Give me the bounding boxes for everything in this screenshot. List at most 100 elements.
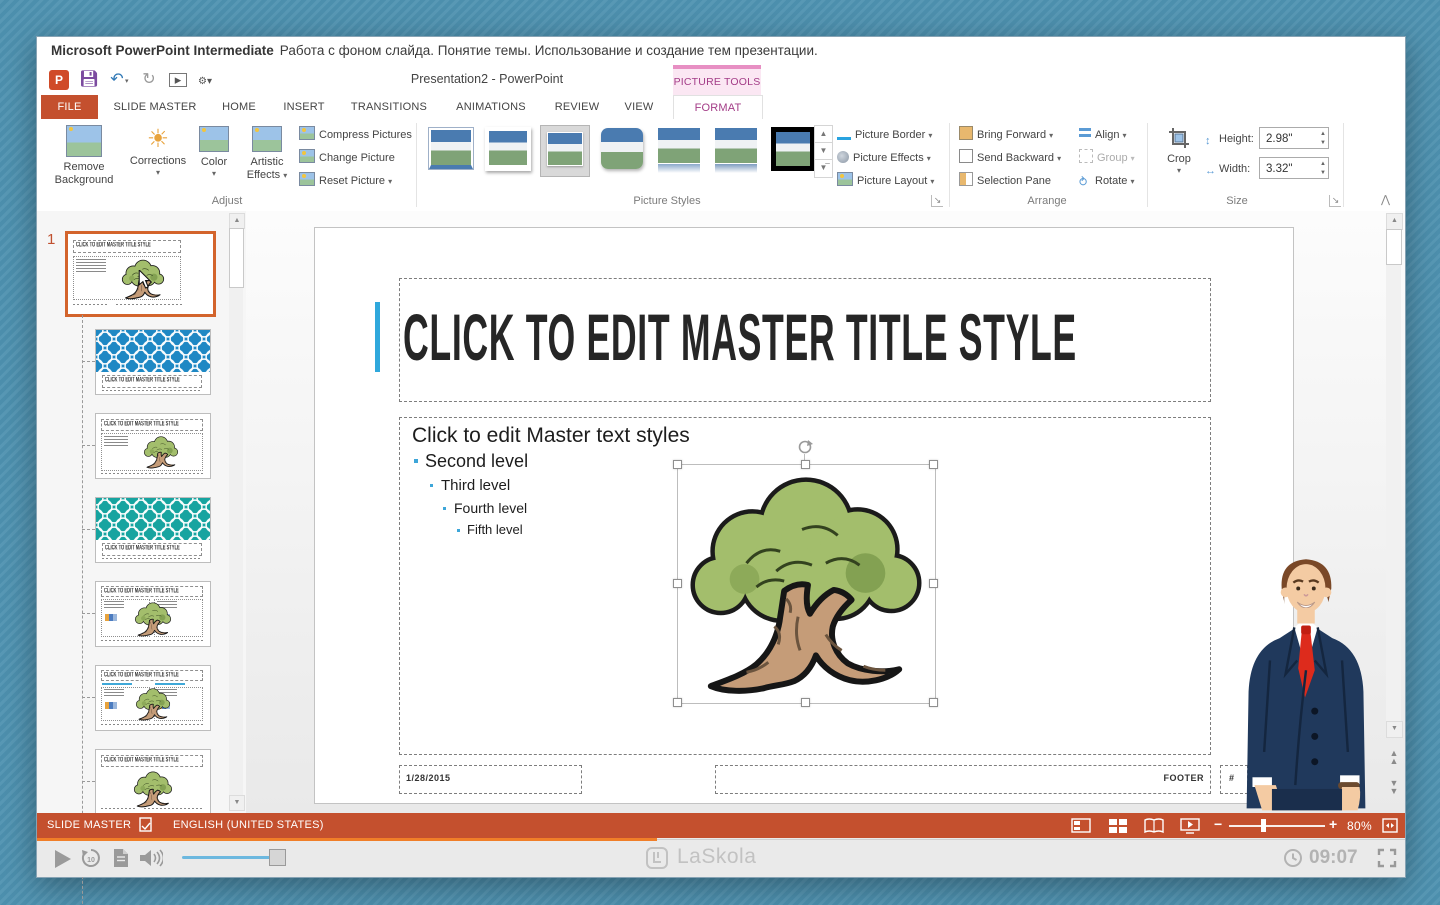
zoom-percentage[interactable]: 80% xyxy=(1347,819,1372,833)
fullscreen-button[interactable] xyxy=(1377,848,1397,868)
body-level2-text[interactable]: Second level xyxy=(425,451,528,472)
width-input[interactable]: 3.32" ▲ ▼ xyxy=(1259,157,1329,179)
picture-effects-button[interactable]: Picture Effects ▾ xyxy=(837,148,931,168)
height-spin-up[interactable]: ▲ xyxy=(1320,130,1326,139)
customize-qat-button[interactable]: ⚙︎▾ xyxy=(195,72,215,92)
thumbnail-scroll-up-button[interactable]: ▲ xyxy=(229,213,245,229)
save-button[interactable]: 💾︎ xyxy=(79,70,99,90)
volume-button[interactable] xyxy=(139,848,163,868)
thumbnail-layout-title-tree[interactable]: CLICK TO EDIT MASTER TITLE STYLE xyxy=(95,749,211,814)
editor-scroll-down-button[interactable]: ▼ xyxy=(1386,721,1403,738)
spellcheck-icon[interactable] xyxy=(139,817,153,833)
height-spin-down[interactable]: ▼ xyxy=(1320,139,1326,148)
align-button[interactable]: Align ▾ xyxy=(1079,125,1127,145)
color-button[interactable]: Color ▾ xyxy=(191,123,237,178)
status-language-label[interactable]: ENGLISH (UNITED STATES) xyxy=(173,819,324,831)
send-backward-button[interactable]: Send Backward ▾ xyxy=(959,148,1061,168)
editor-scrollbar-thumb[interactable] xyxy=(1386,229,1402,265)
volume-slider-track[interactable] xyxy=(182,856,278,859)
master-title-text[interactable]: CLICK TO EDIT MASTER TITLE STYLE xyxy=(403,290,1209,386)
fit-slide-to-window-button[interactable] xyxy=(1381,817,1399,834)
bring-forward-button[interactable]: Bring Forward ▾ xyxy=(959,125,1053,145)
picture-style-4[interactable] xyxy=(597,125,647,177)
tab-home[interactable]: HOME xyxy=(215,95,263,119)
thumbnail-layout-comparison[interactable]: CLICK TO EDIT MASTER TITLE STYLE xyxy=(95,665,211,731)
tab-animations[interactable]: ANIMATIONS xyxy=(447,95,535,119)
body-level1-text[interactable]: Click to edit Master text styles xyxy=(412,424,690,448)
rotate-button[interactable]: ⥁Rotate ▾ xyxy=(1079,171,1135,191)
thumbnail-layout-tree[interactable]: CLICK TO EDIT MASTER TITLE STYLE xyxy=(95,413,211,479)
resize-handle-w[interactable] xyxy=(673,579,682,588)
normal-view-button[interactable] xyxy=(1069,817,1093,834)
thumbnail-master[interactable]: CLICK TO EDIT MASTER TITLE STYLE xyxy=(65,231,216,317)
start-presentation-button[interactable]: ▸ xyxy=(169,73,187,87)
thumbnail-scroll-down-button[interactable]: ▼ xyxy=(229,795,245,811)
picture-style-2[interactable] xyxy=(483,125,533,177)
date-placeholder[interactable]: 1/28/2015 xyxy=(399,765,582,794)
tab-review[interactable]: REVIEW xyxy=(549,95,605,119)
corrections-button[interactable]: ☀ Corrections ▾ xyxy=(127,123,189,177)
status-view-label[interactable]: SLIDE MASTER xyxy=(47,819,131,831)
editor-scrollbar[interactable] xyxy=(1386,213,1401,737)
tab-insert[interactable]: INSERT xyxy=(277,95,331,119)
tab-slide-master[interactable]: SLIDE MASTER xyxy=(105,95,205,119)
zoom-slider-thumb[interactable] xyxy=(1261,819,1266,832)
thumbnail-layout-two-content[interactable]: CLICK TO EDIT MASTER TITLE STYLE xyxy=(95,581,211,647)
undo-dropdown-icon[interactable]: ▾ xyxy=(125,77,129,85)
picture-style-1[interactable] xyxy=(426,125,476,177)
picture-styles-dialog-launcher[interactable]: ↘ xyxy=(931,195,943,207)
picture-border-button[interactable]: Picture Border ▾ xyxy=(837,125,932,145)
footer-placeholder[interactable]: FOOTER xyxy=(715,765,1211,794)
picture-style-5[interactable] xyxy=(654,125,704,177)
slide-canvas[interactable]: CLICK TO EDIT MASTER TITLE STYLE Click t… xyxy=(314,227,1294,804)
thumbnail-layout-teal-pattern[interactable]: CLICK TO EDIT MASTER TITLE STYLE xyxy=(95,497,211,563)
tab-format[interactable]: FORMAT xyxy=(673,95,763,121)
thumbnail-layout-blue-pattern[interactable]: CLICK TO EDIT MASTER TITLE STYLE xyxy=(95,329,211,395)
height-input[interactable]: 2.98" ▲ ▼ xyxy=(1259,127,1329,149)
zoom-slider-track[interactable] xyxy=(1229,825,1325,827)
picture-style-3[interactable] xyxy=(540,125,590,177)
thumbnail-scrollbar-thumb[interactable] xyxy=(229,228,244,288)
slideshow-view-button[interactable] xyxy=(1178,817,1202,834)
resize-handle-n[interactable] xyxy=(801,460,810,469)
thumbnail-scrollbar[interactable] xyxy=(229,213,243,811)
zoom-in-button[interactable]: + xyxy=(1329,816,1337,832)
undo-button[interactable]: ↶ xyxy=(107,70,127,90)
previous-slide-button[interactable]: ▲▲ xyxy=(1387,749,1401,765)
redo-button[interactable]: ↻ xyxy=(139,70,159,90)
video-progress-track[interactable] xyxy=(657,839,1405,840)
tab-transitions[interactable]: TRANSITIONS xyxy=(343,95,435,119)
tab-file[interactable]: FILE xyxy=(41,95,98,119)
play-button[interactable] xyxy=(55,850,71,868)
tree-picture[interactable] xyxy=(683,468,929,698)
reset-picture-button[interactable]: Reset Picture ▾ xyxy=(299,171,392,191)
width-spin-down[interactable]: ▼ xyxy=(1320,169,1326,178)
remove-background-button[interactable]: Remove Background xyxy=(47,123,121,187)
volume-slider-handle[interactable] xyxy=(269,849,286,866)
resize-handle-ne[interactable] xyxy=(929,460,938,469)
reading-view-button[interactable] xyxy=(1142,817,1166,834)
picture-style-7[interactable] xyxy=(768,125,818,177)
change-picture-button[interactable]: Change Picture xyxy=(299,148,395,168)
body-level5-text[interactable]: Fifth level xyxy=(467,522,523,537)
rewind-10-button[interactable]: 10 xyxy=(81,848,101,868)
width-spin-up[interactable]: ▲ xyxy=(1320,160,1326,169)
tab-view[interactable]: VIEW xyxy=(617,95,661,119)
selection-pane-button[interactable]: Selection Pane xyxy=(959,171,1051,191)
size-dialog-launcher[interactable]: ↘ xyxy=(1329,195,1341,207)
resize-handle-sw[interactable] xyxy=(673,698,682,707)
group-button[interactable]: Group ▾ xyxy=(1079,148,1135,168)
body-level4-text[interactable]: Fourth level xyxy=(454,500,527,516)
resize-handle-s[interactable] xyxy=(801,698,810,707)
resize-handle-e[interactable] xyxy=(929,579,938,588)
video-progress-bar[interactable] xyxy=(37,838,657,841)
gallery-more-button[interactable]: ▼̅ xyxy=(814,159,833,178)
notes-button[interactable] xyxy=(113,848,129,868)
resize-handle-nw[interactable] xyxy=(673,460,682,469)
resize-handle-se[interactable] xyxy=(929,698,938,707)
zoom-out-button[interactable]: − xyxy=(1214,816,1222,832)
compress-pictures-button[interactable]: Compress Pictures xyxy=(299,125,412,145)
picture-layout-button[interactable]: Picture Layout ▾ xyxy=(837,171,934,191)
editor-scroll-up-button[interactable]: ▲ xyxy=(1386,213,1403,230)
body-level3-text[interactable]: Third level xyxy=(441,477,510,494)
